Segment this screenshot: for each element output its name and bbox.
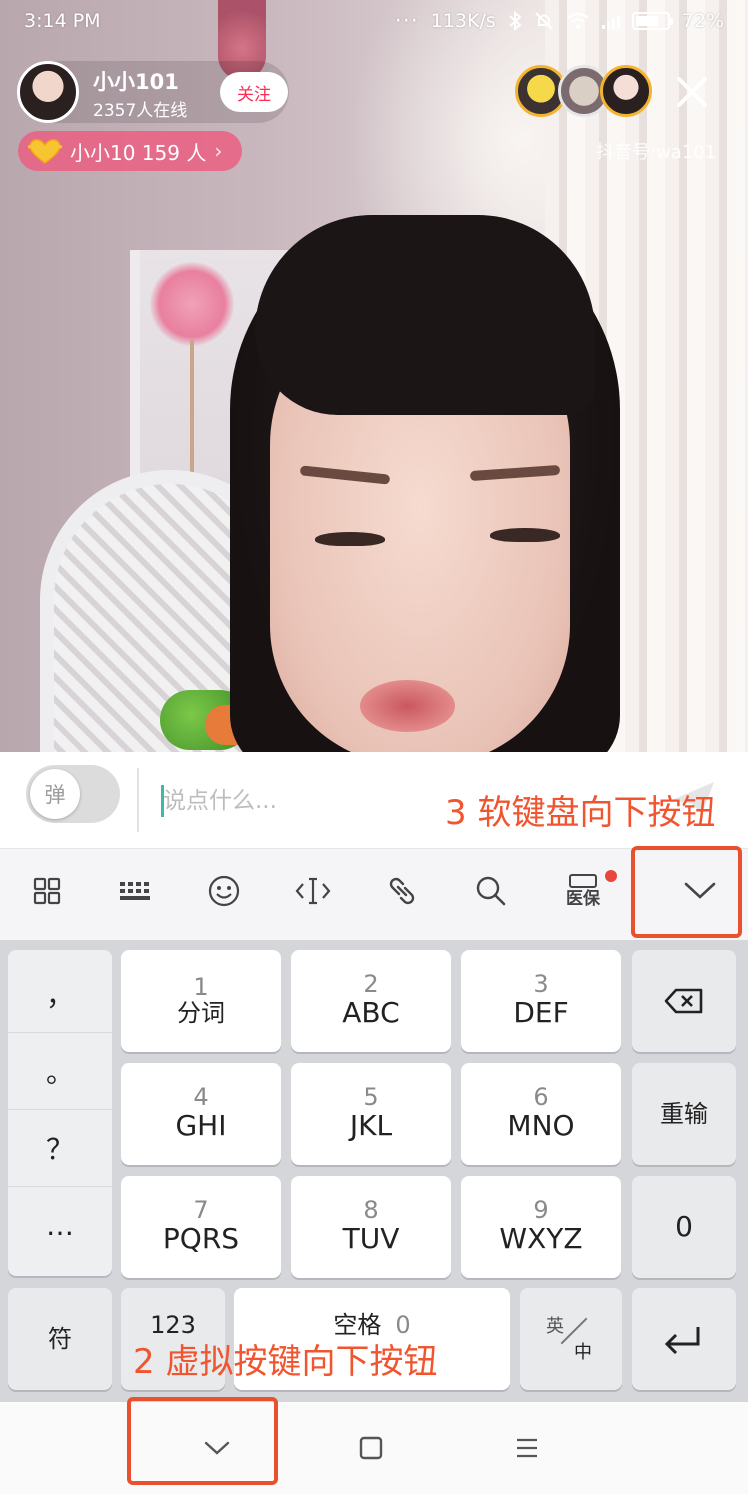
close-icon[interactable] [670,70,714,114]
link-icon[interactable] [382,868,422,914]
fans-club-pill[interactable]: 小小10 159 人 › [18,131,242,171]
comment-input[interactable] [163,778,463,824]
medical-insurance-label: 医保 [566,889,600,909]
grid-icon[interactable] [27,868,67,914]
lang-chinese-label: 中 [574,1342,592,1363]
key-3[interactable]: 3 DEF [461,950,621,1052]
lang-english-label: 英 [546,1316,564,1337]
douyin-id: 抖音号:wa101 [596,142,717,163]
mute-icon [535,12,553,30]
network-speed: 113K/s [430,10,496,32]
punct-key[interactable]: 。 [8,1032,112,1110]
key-6[interactable]: 6 MNO [461,1063,621,1165]
wifi-icon [567,12,589,29]
key-0[interactable]: 0 [632,1176,736,1278]
notification-dot [605,870,617,882]
annotation-box-keyboard-down [631,846,742,938]
reinput-key[interactable]: 重输 [632,1063,736,1165]
key-7[interactable]: 7 PQRS [121,1176,281,1278]
signal-icon [601,13,620,29]
host-name: 小小101 [93,70,179,94]
danmaku-toggle-knob[interactable]: 弹 [30,769,80,819]
punct-key[interactable]: … [8,1186,112,1264]
search-icon[interactable] [471,868,511,914]
nav-menu-icon[interactable] [502,1425,552,1471]
annotation-nav-down: 2 虚拟按键向下按钮 [133,1342,438,1382]
battery-percent: 72% [681,10,724,32]
status-bar: 3:14 PM ··· 113K/s 72% [0,0,748,42]
backspace-key[interactable] [632,950,736,1052]
key-1[interactable]: 1 分词 [121,950,281,1052]
online-count: 2357人在线 [93,101,188,121]
nav-home-icon[interactable] [346,1425,396,1471]
follow-button[interactable]: 关注 [220,72,288,112]
chevron-right-icon: › [214,139,223,163]
key-4[interactable]: 4 GHI [121,1063,281,1165]
key-2[interactable]: 2 ABC [291,950,451,1052]
punct-key[interactable]: ？ [8,1109,112,1187]
medical-insurance-icon[interactable]: 医保 [563,868,603,914]
divider [137,768,139,832]
emoji-icon[interactable] [204,868,244,914]
text-cursor [161,785,164,817]
battery-icon [631,12,673,30]
bluetooth-icon [509,11,522,31]
keyboard-icon[interactable] [115,868,155,914]
enter-key[interactable] [632,1288,736,1390]
symbol-key[interactable]: 符 [8,1288,112,1390]
status-time: 3:14 PM [24,10,101,32]
language-switch-key[interactable] [520,1288,622,1390]
flower-decoration [150,262,234,346]
key-9[interactable]: 9 WXYZ [461,1176,621,1278]
heart-icon [27,139,63,164]
more-dots-icon: ··· [394,8,419,34]
annotation-keyboard-down: 3 软键盘向下按钮 [445,793,716,833]
annotation-box-nav-down [127,1397,278,1485]
enter-icon [664,1327,700,1354]
host-avatar[interactable] [17,61,79,123]
punct-key[interactable]: ， [8,955,112,1033]
key-5[interactable]: 5 JKL [291,1063,451,1165]
fans-club-label: 小小10 159 人 [70,140,207,165]
cursor-icon[interactable] [293,868,333,914]
backspace-icon [664,988,703,1014]
viewer-avatar[interactable] [600,65,652,117]
key-8[interactable]: 8 TUV [291,1176,451,1278]
